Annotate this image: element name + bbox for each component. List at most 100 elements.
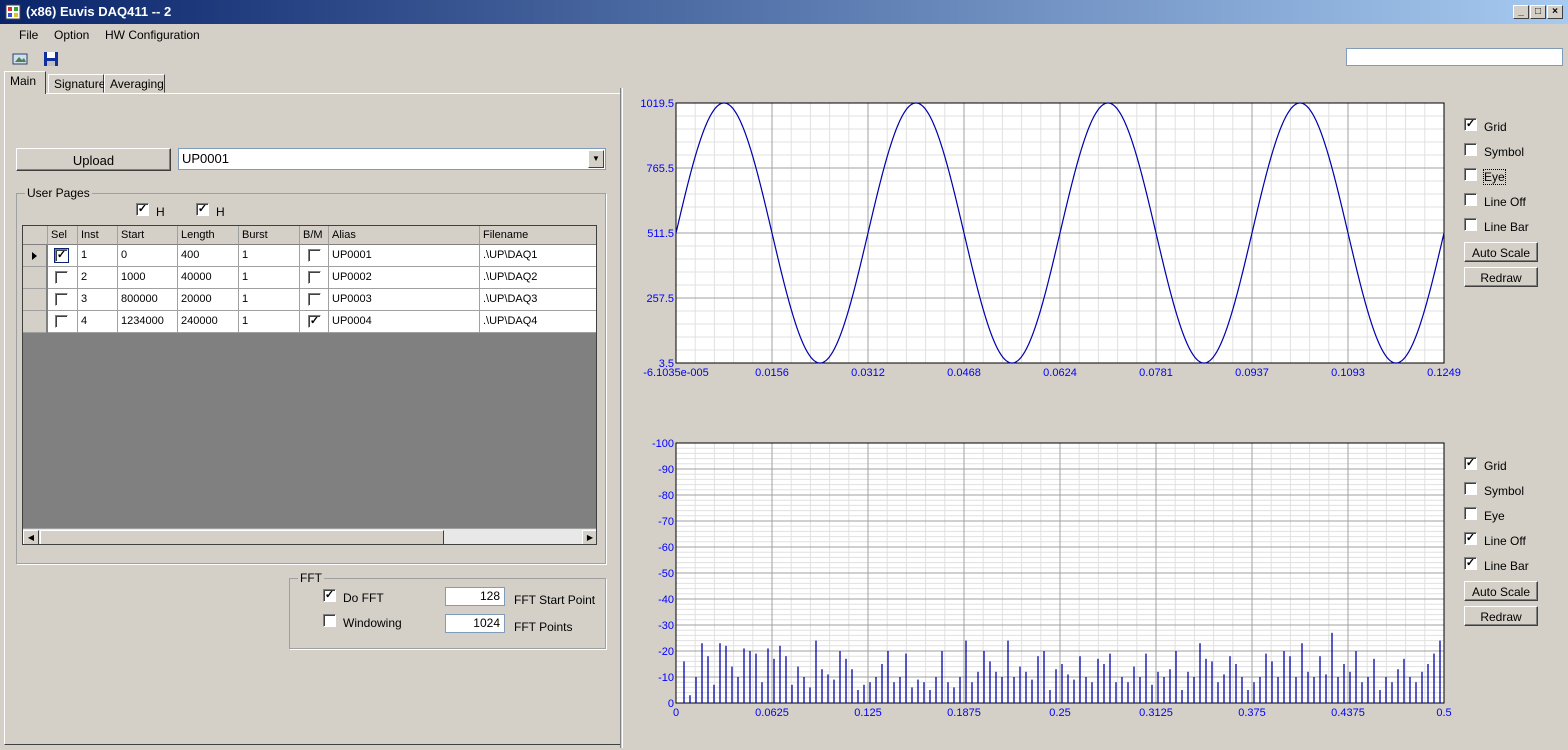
tab-averaging[interactable]: Averaging [104,74,165,93]
table-cell-burst[interactable]: 1 [239,267,300,289]
chevron-down-icon[interactable]: ▼ [588,150,604,168]
table-cell-sel[interactable] [48,267,78,289]
header-check-1[interactable]: ✓ [136,203,149,216]
plot2-auto-scale-button[interactable]: Auto Scale [1464,581,1538,601]
plot1-auto-scale-button[interactable]: Auto Scale [1464,242,1538,262]
y-tick-label: -10 [658,672,674,684]
toolbar-text-field[interactable] [1346,48,1563,66]
upload-button[interactable]: Upload [16,148,171,171]
column-header-alias[interactable]: Alias [329,226,480,245]
scroll-left-icon[interactable]: ◀ [23,530,39,544]
row-bm-checkbox[interactable] [308,293,321,306]
fft-start-point-input[interactable]: 128 [445,587,505,606]
table-cell-length[interactable]: 400 [178,245,239,267]
plot1-symbol-checkbox[interactable] [1464,143,1477,156]
table-cell-length[interactable]: 40000 [178,267,239,289]
table-cell-bm[interactable] [300,289,329,311]
plot1-line-bar-checkbox[interactable] [1464,218,1477,231]
table-cell-start[interactable]: 800000 [118,289,178,311]
table-cell-bm[interactable]: ✓ [300,311,329,333]
plot2-eye-checkbox[interactable] [1464,507,1477,520]
menu-option[interactable]: Option [54,28,89,42]
table-cell-burst[interactable]: 1 [239,311,300,333]
table-cell-length[interactable]: 20000 [178,289,239,311]
column-header-bm[interactable]: B/M [300,226,329,245]
column-header-start[interactable]: Start [118,226,178,245]
table-cell-start[interactable]: 1000 [118,267,178,289]
table-cell-filename[interactable]: .\UP\DAQ1 [480,245,596,267]
row-header[interactable] [23,311,47,333]
plot1-redraw-button[interactable]: Redraw [1464,267,1538,287]
tab-signature[interactable]: Signature [48,74,105,93]
plot1-line-off-checkbox[interactable] [1464,193,1477,206]
x-tick-label: 0.5 [1436,707,1451,719]
table-cell-sel[interactable] [48,289,78,311]
check-mark-icon: ✓ [1465,532,1476,544]
time-domain-plot[interactable]: -6.1035e-005 0.0156 0.0312 0.0468 0.0624 0.07… [630,92,1470,387]
plot2-line-off-checkbox[interactable]: ✓ [1464,532,1477,545]
row-sel-checkbox[interactable] [55,271,68,284]
table-cell-inst[interactable]: 2 [78,267,118,289]
scroll-thumb[interactable] [40,530,444,544]
minimize-button[interactable]: _ [1513,5,1529,19]
tab-main[interactable]: Main [4,71,46,94]
menu-hw-configuration[interactable]: HW Configuration [105,28,200,42]
fft-spectrum-plot[interactable]: 0 0.0625 0.125 0.1875 0.25 0.3125 0.375 0.4375 0… [630,432,1470,727]
plot2-line-bar-checkbox[interactable]: ✓ [1464,557,1477,570]
table-cell-alias[interactable]: UP0004 [329,311,480,333]
table-cell-start[interactable]: 1234000 [118,311,178,333]
table-cell-inst[interactable]: 4 [78,311,118,333]
table-cell-alias[interactable]: UP0002 [329,267,480,289]
column-header-burst[interactable]: Burst [239,226,300,245]
column-header-filename[interactable]: Filename [480,226,596,245]
row-sel-checkbox[interactable] [55,315,68,328]
plot1-eye-checkbox[interactable] [1464,168,1477,181]
scroll-right-icon[interactable]: ▶ [582,530,596,544]
maximize-button[interactable]: □ [1530,5,1546,19]
table-cell-inst[interactable]: 3 [78,289,118,311]
table-cell-length[interactable]: 240000 [178,311,239,333]
table-cell-inst[interactable]: 1 [78,245,118,267]
table-cell-burst[interactable]: 1 [239,245,300,267]
plot2-eye-label: Eye [1484,509,1505,523]
plot2-line-bar-label: Line Bar [1484,559,1529,573]
column-header-sel[interactable]: Sel [48,226,78,245]
table-cell-bm[interactable] [300,245,329,267]
windowing-checkbox[interactable] [323,614,336,627]
row-bm-checkbox[interactable]: ✓ [308,315,321,328]
plot2-symbol-checkbox[interactable] [1464,482,1477,495]
row-bm-checkbox[interactable] [308,271,321,284]
fft-points-input[interactable]: 1024 [445,614,505,633]
table-cell-filename[interactable]: .\UP\DAQ3 [480,289,596,311]
column-header-inst[interactable]: Inst [78,226,118,245]
panel-splitter[interactable] [620,88,623,748]
plot2-redraw-button[interactable]: Redraw [1464,606,1538,626]
table-cell-bm[interactable] [300,267,329,289]
table-cell-alias[interactable]: UP0003 [329,289,480,311]
table-cell-filename[interactable]: .\UP\DAQ2 [480,267,596,289]
table-cell-alias[interactable]: UP0001 [329,245,480,267]
close-button[interactable]: × [1547,5,1563,19]
table-cell-sel[interactable] [48,311,78,333]
plot1-grid-checkbox[interactable]: ✓ [1464,118,1477,131]
table-cell-start[interactable]: 0 [118,245,178,267]
menu-file[interactable]: File [19,28,38,42]
row-sel-checkbox[interactable] [55,293,68,306]
row-header[interactable] [23,267,47,289]
table-cell-burst[interactable]: 1 [239,289,300,311]
row-header[interactable] [23,245,47,267]
grid-horizontal-scrollbar[interactable]: ◀ ▶ [23,528,596,544]
do-fft-checkbox[interactable]: ✓ [323,589,336,602]
table-cell-filename[interactable]: .\UP\DAQ4 [480,311,596,333]
image-icon[interactable] [11,50,29,68]
header-check-2[interactable]: ✓ [196,203,209,216]
row-header[interactable] [23,289,47,311]
row-bm-checkbox[interactable] [308,249,321,262]
table-cell-sel[interactable]: ✓ [48,245,78,267]
plot2-grid-checkbox[interactable]: ✓ [1464,457,1477,470]
row-sel-checkbox[interactable]: ✓ [54,248,69,263]
user-page-select[interactable]: UP0001 ▼ [178,148,606,170]
column-header-length[interactable]: Length [178,226,239,245]
save-icon[interactable] [42,50,60,68]
y-tick-label: -70 [658,516,674,528]
